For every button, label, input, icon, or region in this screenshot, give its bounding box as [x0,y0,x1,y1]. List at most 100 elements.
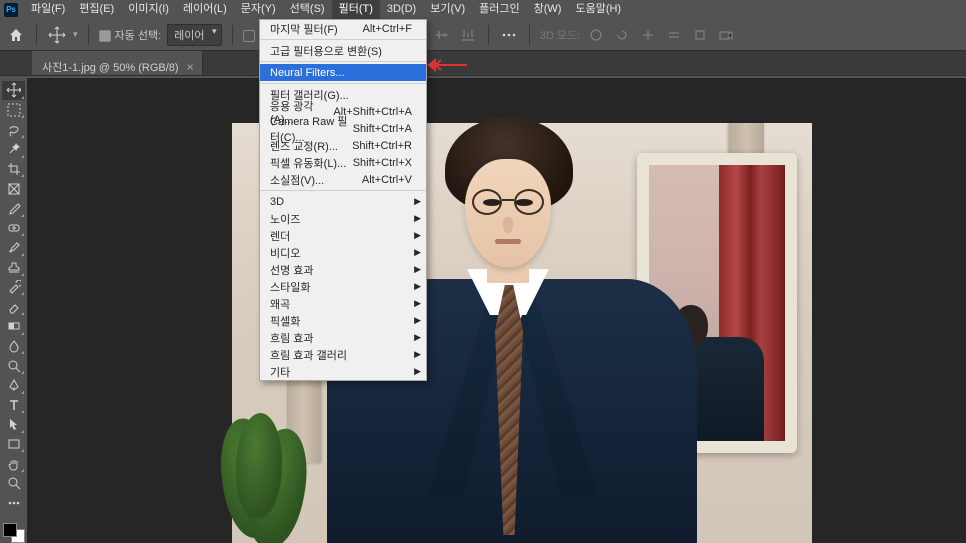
menu-sharpen[interactable]: 선명 효과 ▶ [260,261,426,278]
eyedropper-tool[interactable] [2,199,25,218]
document-tab-title: 사진1-1.jpg @ 50% (RGB/8) [42,59,179,75]
menu-other[interactable]: 기타▶ [260,363,426,380]
foreground-color[interactable] [3,523,17,537]
slide-icon [664,25,684,45]
auto-select-checkbox[interactable]: 자동 선택: [99,27,162,43]
menu-last-filter[interactable]: 마지막 필터(F) Alt+Ctrl+F [260,20,426,37]
menu-bar: Ps 파일(F) 편집(E) 이미지(I) 레이어(L) 문자(Y) 선택(S)… [0,0,966,19]
menu-edit[interactable]: 편집(E) [72,0,121,19]
submenu-arrow-icon: ▶ [414,281,421,292]
edit-toolbar-icon[interactable] [2,494,25,513]
lasso-tool[interactable] [2,120,25,139]
menu-camera-raw[interactable]: Camera Raw 필터(C)...Shift+Ctrl+A [260,120,426,137]
menu-select[interactable]: 선택(S) [283,0,332,19]
submenu-arrow-icon: ▶ [414,213,421,224]
menu-item-label: 고급 필터용으로 변환(S) [270,43,382,59]
auto-select-label: 자동 선택: [115,30,162,42]
menu-item-label: 렌더 [270,228,290,244]
menu-convert-smart[interactable]: 고급 필터용으로 변환(S) [260,42,426,59]
menu-vanishing-point[interactable]: 소실점(V)... Alt+Ctrl+V [260,171,426,188]
menu-item-label: 노이즈 [270,211,300,227]
menu-item-label: 선명 효과 [270,262,314,278]
filter-menu: 마지막 필터(F) Alt+Ctrl+F 고급 필터용으로 변환(S) Neur… [259,19,427,381]
menu-item-label: 왜곡 [270,296,290,312]
blur-tool[interactable] [2,337,25,356]
menu-file[interactable]: 파일(F) [24,0,72,19]
align-bottom-icon[interactable] [458,25,478,45]
menu-3d[interactable]: 3D(D) [380,0,423,19]
shape-tool[interactable] [2,435,25,454]
menu-video[interactable]: 비디오 ▶ [260,244,426,261]
menu-item-label: 픽셀화 [270,313,300,329]
menu-blur-gallery[interactable]: 흐림 효과 갤러리 ▶ [260,346,426,363]
path-select-tool[interactable] [2,415,25,434]
menu-shortcut: Alt+Ctrl+V [362,174,412,186]
menu-lens-correction[interactable]: 렌즈 교정(R)... Shift+Ctrl+R [260,137,426,154]
canvas-area [27,78,966,543]
type-tool[interactable] [2,396,25,415]
menu-shortcut: Alt+Ctrl+F [362,23,412,35]
dodge-tool[interactable] [2,356,25,375]
crop-tool[interactable] [2,160,25,179]
roll-icon [612,25,632,45]
menu-filter[interactable]: 필터(T) [332,0,380,19]
menu-distort[interactable]: 왜곡 ▶ [260,295,426,312]
menu-item-label: 비디오 [270,245,300,261]
color-swatch[interactable] [3,523,25,543]
submenu-arrow-icon: ▶ [414,230,421,241]
brush-tool[interactable] [2,238,25,257]
menu-item-label: 마지막 필터(F) [270,21,338,37]
menu-render[interactable]: 렌더 ▶ [260,227,426,244]
move-tool[interactable] [2,81,25,100]
align-middle-v-icon[interactable] [432,25,452,45]
history-brush-tool[interactable] [2,278,25,297]
tool-dropdown-icon[interactable]: ▾ [73,29,78,40]
menu-item-label: 기타 [270,364,290,380]
marquee-tool[interactable] [2,101,25,120]
submenu-arrow-icon: ▶ [414,264,421,275]
orbit-icon [586,25,606,45]
move-tool-indicator-icon[interactable] [47,25,67,45]
menu-layer[interactable]: 레이어(L) [176,0,234,19]
submenu-arrow-icon: ▶ [414,247,421,258]
menu-pixelate[interactable]: 픽셀화 ▶ [260,312,426,329]
zoom-tool[interactable] [2,474,25,493]
menu-image[interactable]: 이미지(I) [121,0,176,19]
document-tab[interactable]: 사진1-1.jpg @ 50% (RGB/8) × [32,51,203,75]
home-icon[interactable] [6,25,26,45]
menu-3d[interactable]: 3D▶ [260,193,426,210]
menu-noise[interactable]: 노이즈 ▶ [260,210,426,227]
healing-tool[interactable] [2,219,25,238]
submenu-arrow-icon: ▶ [414,349,421,360]
menu-stylize[interactable]: 스타일화▶ [260,278,426,295]
menu-item-label: 소실점(V)... [270,172,324,188]
menu-item-label: 흐림 효과 갤러리 [270,347,347,363]
wand-tool[interactable] [2,140,25,159]
auto-select-target-dropdown[interactable]: 레이어 [167,24,221,46]
stamp-tool[interactable] [2,258,25,277]
menu-type[interactable]: 문자(Y) [234,0,283,19]
hand-tool[interactable] [2,454,25,473]
submenu-arrow-icon: ▶ [414,196,421,207]
submenu-arrow-icon: ▶ [414,298,421,309]
submenu-arrow-icon: ▶ [414,332,421,343]
menu-blur[interactable]: 흐림 효과▶ [260,329,426,346]
pen-tool[interactable] [2,376,25,395]
menu-shortcut: Shift+Ctrl+R [352,140,412,152]
scale-icon [690,25,710,45]
gradient-tool[interactable] [2,317,25,336]
menu-plugins[interactable]: 플러그인 [472,0,526,19]
menu-view[interactable]: 보기(V) [423,0,472,19]
menu-neural-filters[interactable]: Neural Filters... [260,64,426,81]
frame-tool[interactable] [2,179,25,198]
toolbox [0,78,27,543]
menu-item-label: 렌즈 교정(R)... [270,138,338,154]
eraser-tool[interactable] [2,297,25,316]
menu-liquify[interactable]: 픽셀 유동화(L)...Shift+Ctrl+X [260,154,426,171]
menu-help[interactable]: 도움말(H) [568,0,628,19]
camera-icon [716,25,736,45]
close-tab-icon[interactable]: × [187,61,194,73]
submenu-arrow-icon: ▶ [414,315,421,326]
menu-window[interactable]: 창(W) [527,0,569,19]
more-align-icon[interactable] [499,25,519,45]
